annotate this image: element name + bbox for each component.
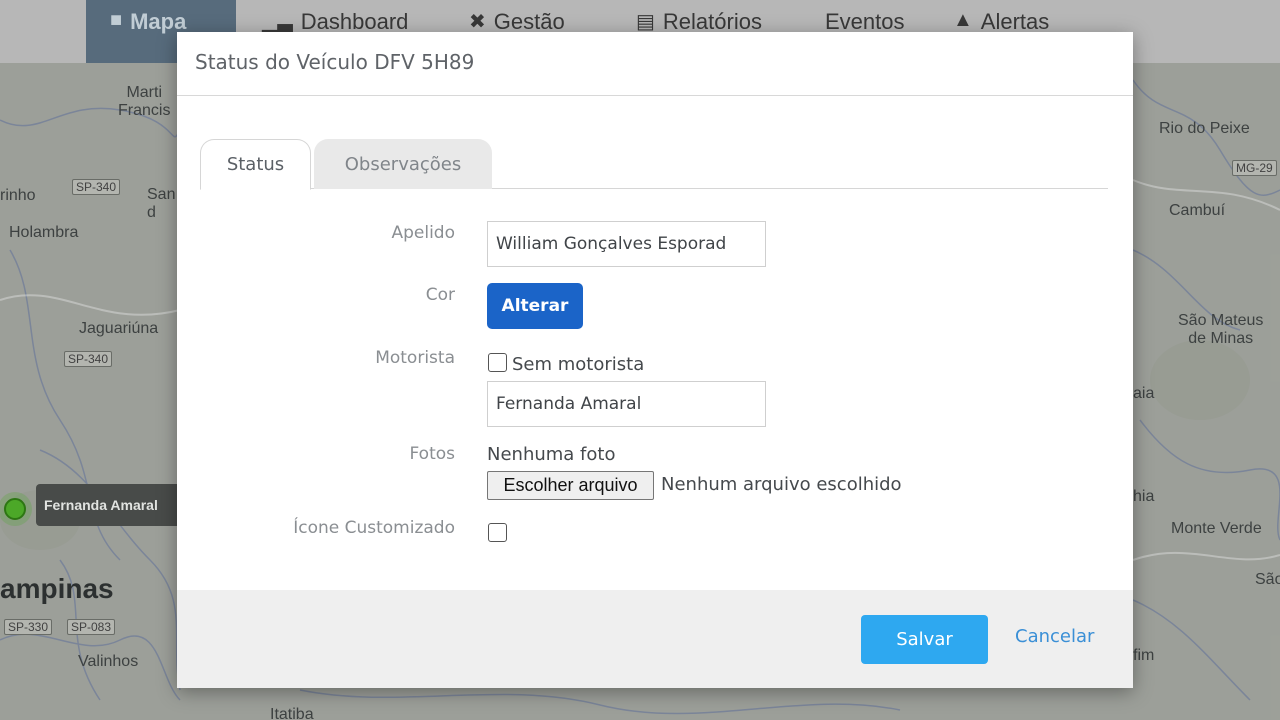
motorista-label: Motorista (375, 348, 455, 368)
fotos-label: Fotos (409, 444, 456, 464)
icone-customizado-label: Ícone Customizado (293, 518, 455, 538)
tab-observacoes[interactable]: Observações (314, 139, 492, 189)
motorista-input[interactable]: Fernanda Amaral (487, 381, 766, 427)
dialog-tabs: Status Observações (200, 139, 1108, 190)
dialog-header: Status do Veículo DFV 5H89 (177, 32, 1133, 96)
vehicle-status-dialog: Status do Veículo DFV 5H89 Status Observ… (177, 32, 1133, 688)
change-color-button[interactable]: Alterar (487, 283, 583, 329)
choose-file-button[interactable]: Escolher arquivo (487, 471, 654, 500)
apelido-label: Apelido (391, 223, 455, 243)
fotos-status: Nenhuma foto (487, 444, 616, 465)
sem-motorista-label: Sem motorista (512, 354, 645, 375)
save-button[interactable]: Salvar (861, 615, 988, 664)
icone-customizado-checkbox[interactable] (488, 523, 507, 542)
cancel-button[interactable]: Cancelar (1015, 626, 1094, 647)
cor-label: Cor (425, 285, 455, 305)
dialog-title: Status do Veículo DFV 5H89 (195, 50, 475, 74)
sem-motorista-checkbox[interactable] (488, 353, 507, 372)
dialog-footer: Salvar Cancelar (177, 590, 1133, 688)
tab-status[interactable]: Status (200, 139, 311, 190)
apelido-input[interactable]: William Gonçalves Esporad (487, 221, 766, 267)
file-status: Nenhum arquivo escolhido (661, 474, 902, 495)
